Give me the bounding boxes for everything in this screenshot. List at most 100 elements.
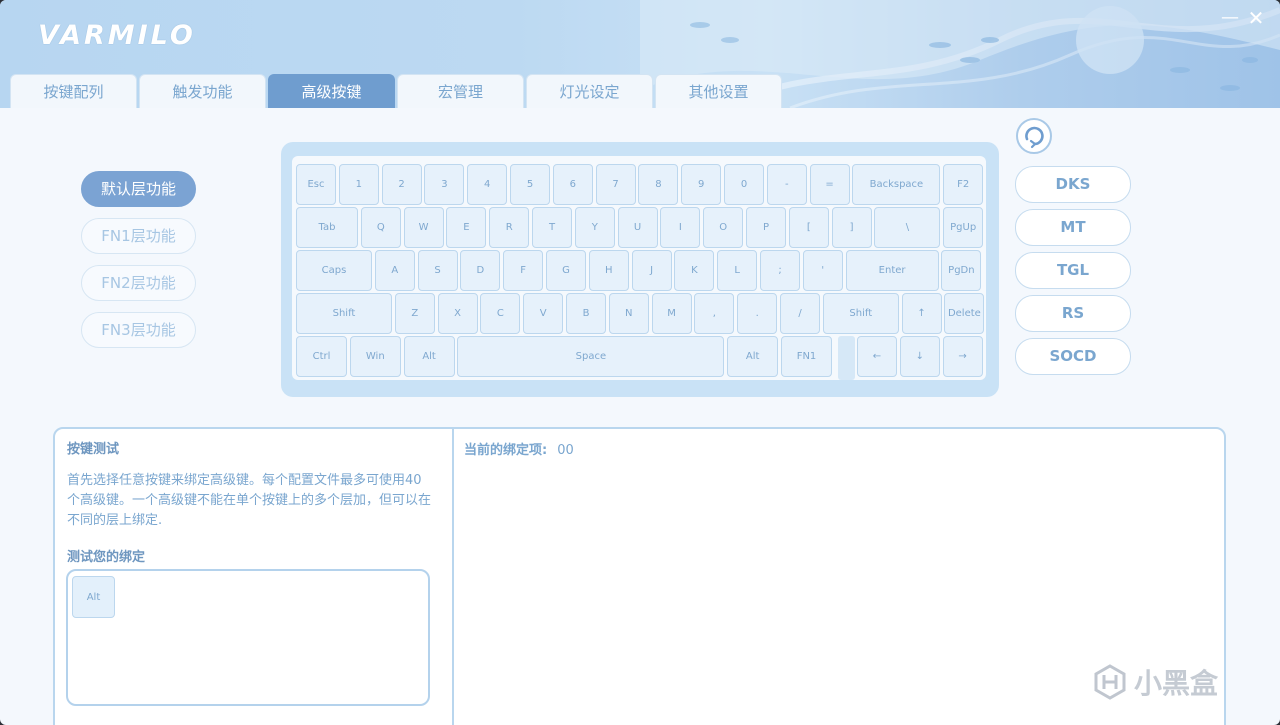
key-period[interactable]: . — [737, 293, 778, 334]
key-7[interactable]: 7 — [595, 164, 636, 205]
binding-value: 00 — [557, 443, 574, 458]
close-button[interactable]: ✕ — [1246, 8, 1266, 28]
key-pgdn[interactable]: PgDn — [941, 250, 982, 291]
key-g[interactable]: G — [546, 250, 586, 291]
layer-fn3-button[interactable]: FN3层功能 — [81, 312, 196, 348]
key-right[interactable]: → — [942, 336, 983, 377]
key-equals[interactable]: = — [809, 164, 850, 205]
tab-other-settings[interactable]: 其他设置 — [655, 74, 782, 108]
key-ctrl[interactable]: Ctrl — [296, 336, 347, 377]
key-6[interactable]: 6 — [552, 164, 593, 205]
key-k[interactable]: K — [674, 250, 715, 291]
panel-divider — [452, 429, 454, 725]
key-win[interactable]: Win — [349, 336, 401, 377]
key-8[interactable]: 8 — [638, 164, 679, 205]
key-j[interactable]: J — [631, 250, 672, 291]
key-comma[interactable]: , — [694, 293, 735, 334]
key-a[interactable]: A — [374, 250, 415, 291]
key-f2[interactable]: F2 — [943, 164, 984, 205]
key-h[interactable]: H — [588, 250, 629, 291]
key-down[interactable]: ↓ — [899, 336, 940, 377]
layer-fn2-button[interactable]: FN2层功能 — [81, 265, 196, 301]
layer-fn1-button[interactable]: FN1层功能 — [81, 218, 196, 254]
pressed-key: Alt — [72, 576, 115, 618]
key-semicolon[interactable]: ; — [760, 250, 800, 291]
key-4[interactable]: 4 — [467, 164, 508, 205]
key-alt[interactable]: Alt — [403, 336, 455, 377]
key-lbracket[interactable]: [ — [788, 207, 829, 248]
key-3[interactable]: 3 — [424, 164, 465, 205]
key-space[interactable]: Space — [457, 336, 725, 377]
key-alt-right[interactable]: Alt — [727, 336, 779, 377]
tab-trigger[interactable]: 触发功能 — [139, 74, 266, 108]
layer-default-button[interactable]: 默认层功能 — [81, 171, 196, 207]
key-0[interactable]: 0 — [724, 164, 764, 205]
tgl-button[interactable]: TGL — [1015, 252, 1131, 289]
refresh-icon[interactable] — [1015, 117, 1053, 155]
main-tabs: 按键配列 触发功能 高级按键 宏管理 灯光设定 其他设置 — [10, 74, 784, 108]
key-c[interactable]: C — [480, 293, 521, 334]
key-minus[interactable]: - — [766, 164, 807, 205]
panel-title: 按键测试 — [67, 442, 120, 457]
key-backslash[interactable]: \ — [874, 207, 941, 248]
tab-key-layout[interactable]: 按键配列 — [10, 74, 137, 108]
key-1[interactable]: 1 — [338, 164, 379, 205]
key-y[interactable]: Y — [574, 207, 615, 248]
tab-lighting[interactable]: 灯光设定 — [526, 74, 653, 108]
key-up[interactable]: ↑ — [901, 293, 942, 334]
watermark-logo-icon — [1094, 664, 1126, 700]
socd-button[interactable]: SOCD — [1015, 338, 1131, 375]
key-q[interactable]: Q — [360, 207, 401, 248]
dks-button[interactable]: DKS — [1015, 166, 1131, 203]
key-2[interactable]: 2 — [381, 164, 422, 205]
tab-macro[interactable]: 宏管理 — [397, 74, 524, 108]
key-backspace[interactable]: Backspace — [852, 164, 941, 205]
header-banner: VARMILO — ✕ 按键配列 触发功能 高级按键 宏管理 灯光设定 其他设置 — [0, 0, 1280, 108]
key-u[interactable]: U — [617, 207, 658, 248]
app-window: VARMILO — ✕ 按键配列 触发功能 高级按键 宏管理 灯光设定 其他设置… — [0, 0, 1280, 725]
key-delete[interactable]: Delete — [944, 293, 985, 334]
test-binding-label: 测试您的绑定 — [67, 550, 146, 565]
minimize-button[interactable]: — — [1220, 8, 1240, 28]
key-i[interactable]: I — [660, 207, 701, 248]
key-tab[interactable]: Tab — [296, 207, 358, 248]
key-p[interactable]: P — [746, 207, 786, 248]
key-shift-right[interactable]: Shift — [822, 293, 899, 334]
key-pgup[interactable]: PgUp — [943, 207, 984, 248]
key-left[interactable]: ← — [857, 336, 897, 377]
key-shift[interactable]: Shift — [296, 293, 392, 334]
brand-logo: VARMILO — [38, 20, 196, 51]
key-esc[interactable]: Esc — [296, 164, 336, 205]
key-9[interactable]: 9 — [681, 164, 722, 205]
key-enter[interactable]: Enter — [845, 250, 939, 291]
keyboard-gap — [838, 336, 855, 380]
key-s[interactable]: S — [417, 250, 458, 291]
key-b[interactable]: B — [566, 293, 606, 334]
key-w[interactable]: W — [403, 207, 444, 248]
test-input-area[interactable] — [66, 569, 430, 706]
key-f[interactable]: F — [503, 250, 544, 291]
key-v[interactable]: V — [523, 293, 564, 334]
key-l[interactable]: L — [717, 250, 758, 291]
key-d[interactable]: D — [460, 250, 501, 291]
rs-button[interactable]: RS — [1015, 295, 1131, 332]
key-n[interactable]: N — [608, 293, 649, 334]
key-quote[interactable]: ' — [802, 250, 843, 291]
key-t[interactable]: T — [532, 207, 572, 248]
key-m[interactable]: M — [651, 293, 692, 334]
watermark: 小黑盒 — [1092, 662, 1218, 702]
panel-description: 首先选择任意按键来绑定高级键。每个配置文件最多可使用40个高级键。一个高级键不能… — [67, 473, 432, 528]
current-binding: 当前的绑定项: 00 — [464, 439, 574, 458]
mt-button[interactable]: MT — [1015, 209, 1131, 246]
key-r[interactable]: R — [489, 207, 530, 248]
key-5[interactable]: 5 — [510, 164, 550, 205]
key-fn1[interactable]: FN1 — [781, 336, 832, 377]
key-slash[interactable]: / — [780, 293, 820, 334]
key-x[interactable]: X — [437, 293, 478, 334]
key-z[interactable]: Z — [394, 293, 435, 334]
key-caps[interactable]: Caps — [296, 250, 372, 291]
tab-advanced-keys[interactable]: 高级按键 — [268, 74, 395, 108]
key-o[interactable]: O — [703, 207, 744, 248]
key-rbracket[interactable]: ] — [831, 207, 872, 248]
key-e[interactable]: E — [446, 207, 487, 248]
